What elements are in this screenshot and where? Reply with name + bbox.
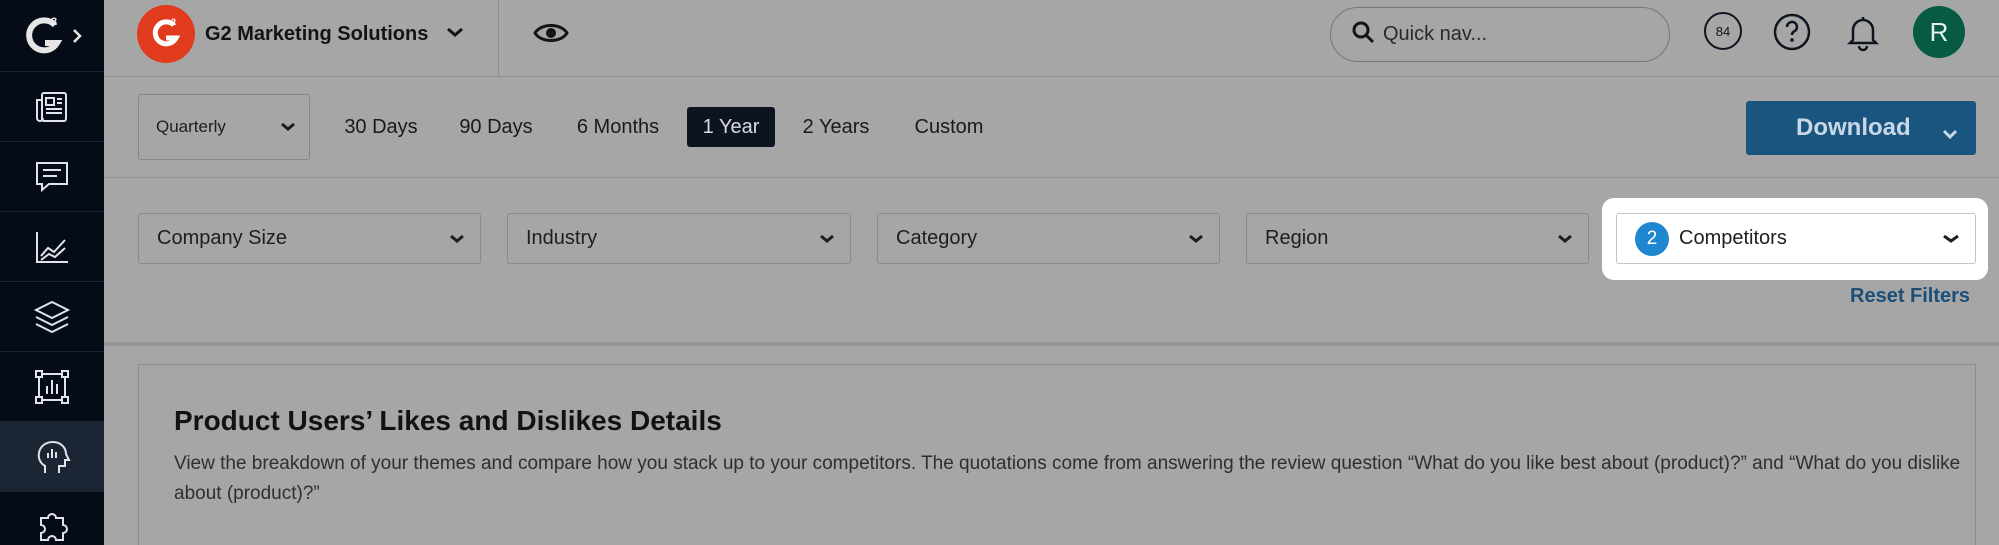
eye-icon [533, 24, 569, 50]
section-divider [104, 342, 1999, 346]
layers-icon [33, 298, 71, 336]
newspaper-icon [33, 88, 71, 126]
sidebar-item-layers[interactable] [0, 282, 104, 352]
region-label: Region [1265, 227, 1329, 249]
competitors-highlight: 2 Competitors [1602, 198, 1988, 280]
quick-nav-search[interactable]: Quick nav... [1330, 7, 1670, 62]
svg-text:2: 2 [171, 17, 176, 27]
brand-logo: 2 [137, 5, 195, 63]
g2-logo-icon: 2 [21, 13, 67, 59]
chevron-down-icon [281, 117, 295, 137]
visibility-toggle[interactable] [533, 20, 569, 51]
download-button[interactable]: Download [1746, 101, 1976, 155]
range-2-years[interactable]: 2 Years [794, 107, 878, 147]
chevron-down-icon [820, 227, 834, 250]
sidebar: 2 [0, 0, 104, 545]
chevron-down-icon[interactable] [1942, 119, 1958, 147]
sidebar-item-analytics[interactable] [0, 212, 104, 282]
company-size-label: Company Size [157, 227, 288, 249]
line-chart-icon [33, 228, 71, 266]
likes-dislikes-card: Product Users’ Likes and Dislikes Detail… [138, 364, 1976, 545]
sidebar-item-integrations[interactable] [0, 492, 104, 545]
competitors-label: Competitors [1679, 227, 1787, 249]
range-1-year[interactable]: 1 Year [687, 107, 775, 147]
brand-name: G2 Marketing Solutions [205, 22, 429, 45]
industry-label: Industry [526, 227, 598, 249]
chevron-down-icon [1558, 227, 1572, 250]
reset-filters-link[interactable]: Reset Filters [1850, 285, 1970, 308]
puzzle-icon [33, 508, 71, 545]
sidebar-item-insights[interactable] [0, 422, 104, 492]
divider [498, 0, 499, 77]
notifications-button[interactable] [1843, 12, 1883, 57]
chevron-down-icon [1189, 227, 1203, 250]
divider [104, 177, 1999, 178]
chat-icon [33, 158, 71, 196]
download-label: Download [1796, 114, 1911, 141]
bell-icon [1843, 17, 1883, 56]
range-90-days[interactable]: 90 Days [453, 107, 539, 147]
expand-chevron-icon[interactable] [71, 27, 83, 45]
region-filter[interactable]: Region [1246, 213, 1589, 264]
search-input[interactable]: Quick nav... [1383, 23, 1487, 46]
search-icon [1351, 20, 1375, 49]
range-6-months[interactable]: 6 Months [568, 107, 668, 147]
category-label: Category [896, 227, 978, 249]
chevron-down-icon [450, 227, 464, 250]
brand-switcher[interactable]: 2 G2 Marketing Solutions [137, 5, 464, 63]
card-description: View the breakdown of your themes and co… [174, 453, 1961, 504]
sidebar-item-newspaper[interactable] [0, 72, 104, 142]
period-select[interactable]: Quarterly [138, 94, 310, 160]
company-size-filter[interactable]: Company Size [138, 213, 481, 264]
g2-brand-icon: 2 [152, 17, 181, 47]
category-filter[interactable]: Category [877, 213, 1220, 264]
card-title: Product Users’ Likes and Dislikes Detail… [174, 405, 722, 436]
range-30-days[interactable]: 30 Days [338, 107, 424, 147]
svg-text:2: 2 [51, 16, 57, 28]
industry-filter[interactable]: Industry [507, 213, 851, 264]
avatar[interactable]: R [1913, 6, 1965, 58]
head-insight-icon [33, 438, 71, 476]
period-value: Quarterly [156, 117, 226, 136]
bar-chart-frame-icon [33, 368, 71, 406]
competitors-filter[interactable]: 2 Competitors [1616, 213, 1976, 264]
help-icon [1772, 13, 1812, 56]
sidebar-logo[interactable]: 2 [0, 0, 104, 72]
sidebar-item-chat[interactable] [0, 142, 104, 212]
top-bar: 2 G2 Marketing Solutions Quick nav... 84 [104, 0, 1999, 77]
competitors-count-badge: 2 [1635, 221, 1669, 256]
sidebar-item-reports[interactable] [0, 352, 104, 422]
chevron-down-icon [1943, 227, 1959, 250]
chevron-down-icon[interactable] [446, 25, 464, 43]
help-button[interactable] [1772, 12, 1812, 57]
score-badge[interactable]: 84 [1704, 12, 1742, 50]
range-custom[interactable]: Custom [906, 107, 992, 147]
